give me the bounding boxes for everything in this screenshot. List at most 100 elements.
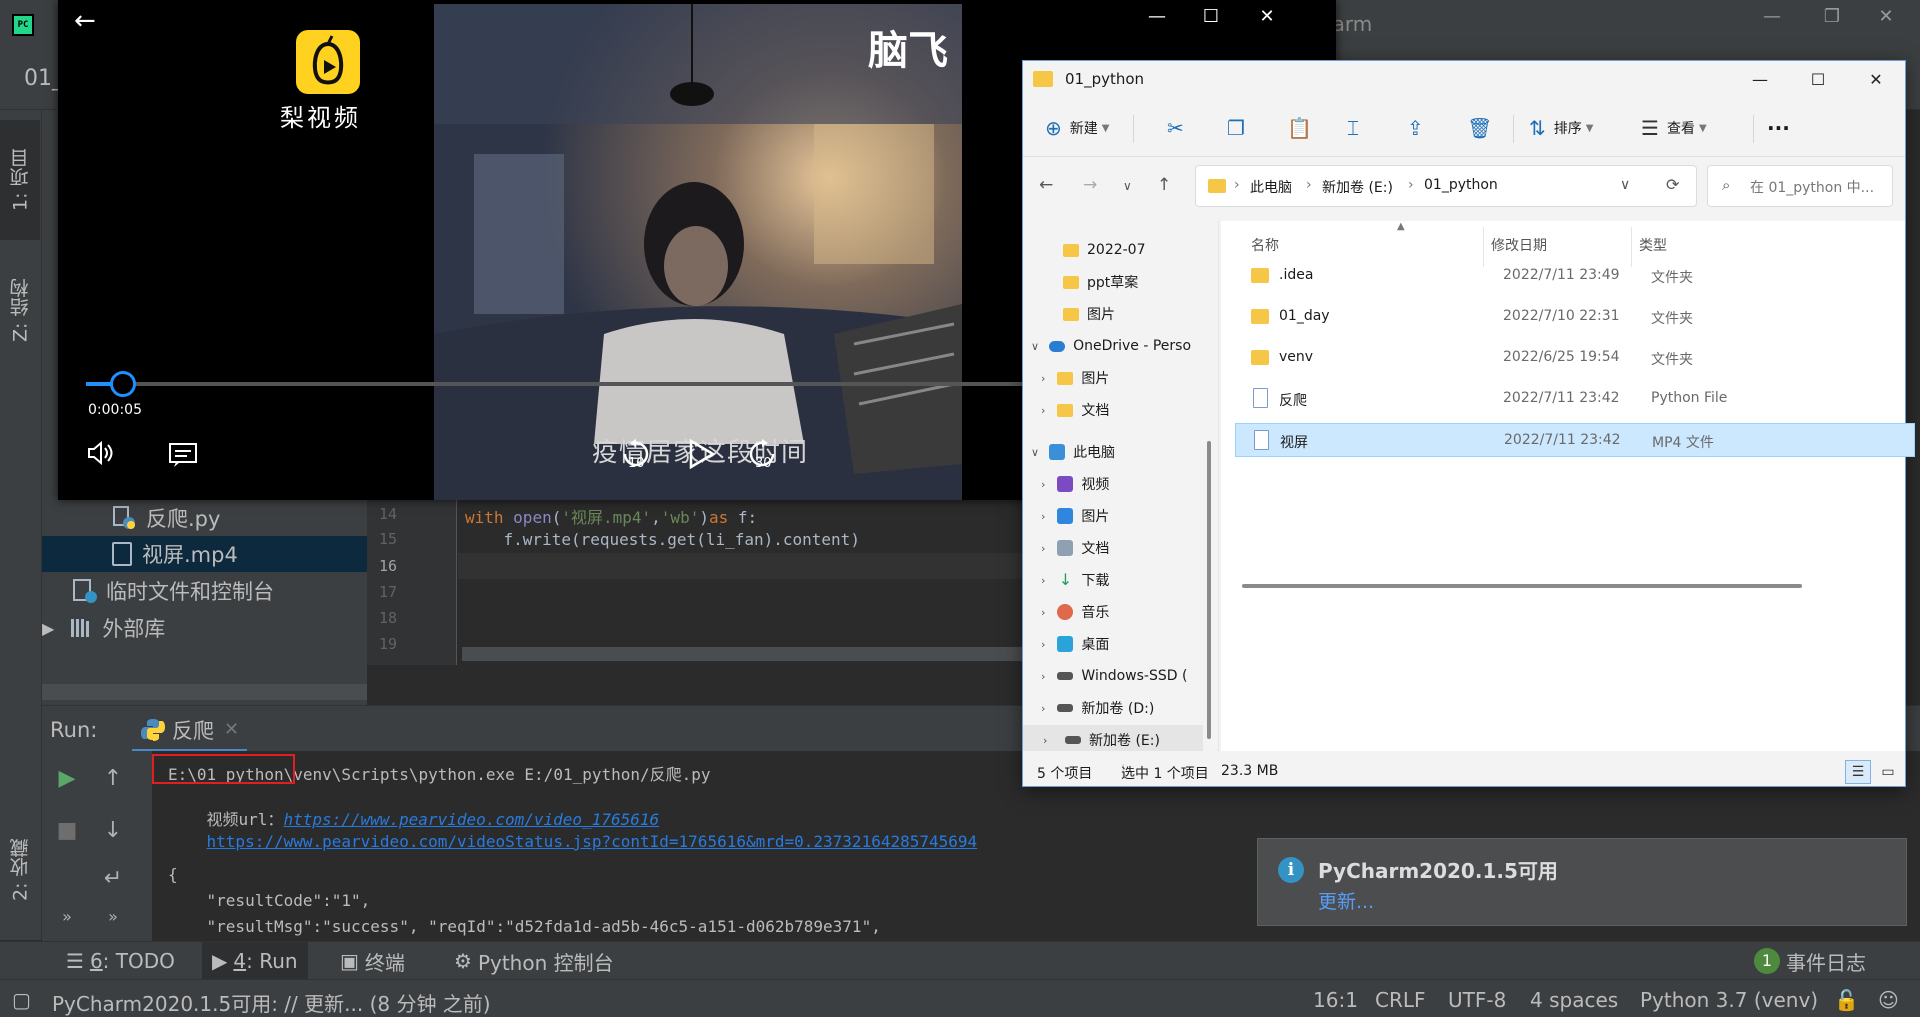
pycharm-close-button[interactable]: ✕ [1866,6,1906,27]
pycharm-restore-button[interactable]: ❐ [1812,6,1852,27]
pycharm-minimize-button[interactable]: — [1752,6,1792,27]
tab-todo[interactable]: ☰ 6: TODO [56,942,185,980]
up-arrow-icon[interactable]: ↑ [1157,175,1171,195]
chevron-right-icon[interactable]: › [1041,478,1045,491]
notification-update-link[interactable]: 更新... [1318,887,1374,914]
soft-wrap-icon[interactable]: ↵ [98,863,128,893]
tab-favorites[interactable]: 2: 收藏 [0,810,40,930]
tree-item-video-mp4[interactable]: 视屏.mp4 [42,536,367,572]
status-url-link[interactable]: https://www.pearvideo.com/videoStatus.js… [207,832,978,851]
chevron-right-icon[interactable]: › [1041,702,1045,715]
chevron-right-icon[interactable]: › [1041,638,1045,651]
chevron-right-icon[interactable]: › [1041,372,1045,385]
player-minimize-button[interactable]: — [1134,6,1180,27]
refresh-icon[interactable]: ⟳ [1666,175,1679,194]
nav-item-pictures-pc[interactable]: › 图片 [1041,501,1109,531]
lock-icon[interactable]: 🔓 [1834,988,1859,1012]
chevron-right-icon[interactable]: › [1041,404,1045,417]
event-log-button[interactable]: 1 事件日志 [1744,942,1876,980]
nav-item-2022-07[interactable]: 2022-07 [1063,235,1146,265]
view-button[interactable]: ☰ 查看 ▼ [1641,113,1707,143]
recent-locations-icon[interactable]: ∨ [1123,179,1132,193]
column-header-date[interactable]: 修改日期 [1491,235,1547,255]
nav-item-onedrive-documents[interactable]: › 文档 [1041,395,1109,425]
python-interpreter[interactable]: Python 3.7 (venv) [1640,988,1818,1012]
breadcrumb-this-pc[interactable]: 此电脑 [1250,177,1292,197]
project-panel-scrollbar[interactable] [42,684,367,700]
editor-horizontal-scrollbar[interactable] [462,647,1022,661]
run-tab-fanpa[interactable]: 反爬 ✕ [132,710,248,752]
video-frame[interactable] [434,4,962,500]
chevron-right-icon[interactable]: › [1041,670,1045,683]
explorer-minimize-button[interactable]: — [1737,65,1783,95]
volume-icon[interactable] [86,440,116,470]
address-bar[interactable]: › 此电脑 › 新加卷 (E:) › 01_python ∨ ⟳ [1195,165,1697,207]
close-tab-icon[interactable]: ✕ [224,719,239,740]
nav-pane-scrollbar[interactable] [1207,441,1211,739]
player-maximize-button[interactable]: ☐ [1188,6,1234,27]
player-back-button[interactable]: ← [74,6,96,36]
more-right-icon[interactable]: » [98,901,128,931]
tab-project[interactable]: 1: 项目 [0,120,40,240]
details-view-icon[interactable]: ☰ [1845,760,1871,784]
address-dropdown-icon[interactable]: ∨ [1620,177,1630,193]
share-button[interactable]: ⇪ [1407,113,1432,143]
new-button[interactable]: ⊕ 新建 ▼ [1045,113,1109,143]
nav-item-onedrive[interactable]: ∨ OneDrive - Perso [1031,331,1191,361]
chevron-right-icon[interactable]: › [1043,734,1047,747]
rename-button[interactable]: ⌶ [1347,113,1367,143]
chevron-right-icon[interactable]: › [1041,542,1045,555]
nav-item-pictures[interactable]: 图片 [1063,299,1115,329]
scroll-down-icon[interactable]: ↓ [98,815,128,845]
seek-handle[interactable] [110,371,136,397]
inspector-icon[interactable]: ☺ [1878,988,1899,1012]
file-row[interactable]: venv 2022/6/25 19:54 文件夹 [1235,341,1915,375]
file-list-scrollbar[interactable] [1242,584,1802,588]
nav-item-this-pc[interactable]: ∨ 此电脑 [1031,437,1115,467]
paste-button[interactable]: 📋 [1287,113,1320,143]
delete-button[interactable]: 🗑 [1467,113,1500,143]
explorer-close-button[interactable]: ✕ [1853,65,1899,95]
file-row[interactable]: 01_day 2022/7/10 22:31 文件夹 [1235,300,1915,334]
forward-30-button[interactable]: 30 [746,438,778,474]
forward-arrow-icon[interactable]: → [1083,175,1097,195]
tab-terminal[interactable]: ▣ 终端 [330,942,415,980]
breadcrumb-01-python[interactable]: 01_python [1424,177,1498,193]
caret-position[interactable]: 16:1 [1313,988,1358,1012]
nav-item-documents-pc[interactable]: › 文档 [1041,533,1109,563]
nav-item-ppt-draft[interactable]: ppt草案 [1063,267,1138,297]
nav-item-drive-d[interactable]: › 新加卷 (D:) [1041,693,1154,723]
line-separator[interactable]: CRLF [1375,988,1426,1012]
rewind-10-button[interactable]: 10 [620,438,652,474]
tree-item-fanpa-py[interactable]: 反爬.py [112,500,367,536]
more-left-icon[interactable]: » [52,901,82,931]
column-header-name[interactable]: 名称 [1251,235,1279,255]
nav-item-onedrive-pictures[interactable]: › 图片 [1041,363,1109,393]
stop-icon[interactable]: ■ [52,815,82,845]
file-encoding[interactable]: UTF-8 [1448,988,1506,1012]
tree-item-scratches[interactable]: 临时文件和控制台 [72,573,362,609]
explorer-maximize-button[interactable]: ☐ [1795,65,1841,95]
tab-structure[interactable]: Z: 结构 [0,250,40,370]
chevron-right-icon[interactable]: › [1041,606,1045,619]
file-row[interactable]: 反爬 2022/7/11 23:42 Python File [1235,382,1915,416]
nav-item-windows-ssd[interactable]: › Windows-SSD ( [1041,661,1187,691]
chevron-right-icon[interactable]: › [1041,574,1045,587]
cut-button[interactable]: ✂ [1167,113,1192,143]
expand-arrow-icon[interactable]: ▶ [42,619,54,638]
tab-run[interactable]: ▶ 4: Run [202,942,308,980]
play-button[interactable] [686,438,716,474]
file-row[interactable]: .idea 2022/7/11 23:49 文件夹 [1235,259,1915,293]
sort-button[interactable]: ⇅ 排序 ▼ [1529,113,1593,143]
tab-python-console[interactable]: ⚙ Python 控制台 [444,942,624,980]
file-row-selected[interactable]: 视屏 2022/7/11 23:42 MP4 文件 [1235,423,1915,457]
tiles-view-icon[interactable]: ▭ [1875,760,1901,784]
copy-button[interactable]: ❐ [1227,113,1253,143]
breadcrumb-drive-e[interactable]: 新加卷 (E:) [1322,177,1393,197]
nav-item-downloads[interactable]: › ↓ 下载 [1041,565,1109,595]
nav-item-music[interactable]: › 音乐 [1041,597,1109,627]
subtitles-icon[interactable] [168,442,198,472]
nav-item-drive-e[interactable]: › 新加卷 (E:) [1023,725,1203,751]
nav-item-videos[interactable]: › 视频 [1041,469,1109,499]
chevron-right-icon[interactable]: › [1041,510,1045,523]
